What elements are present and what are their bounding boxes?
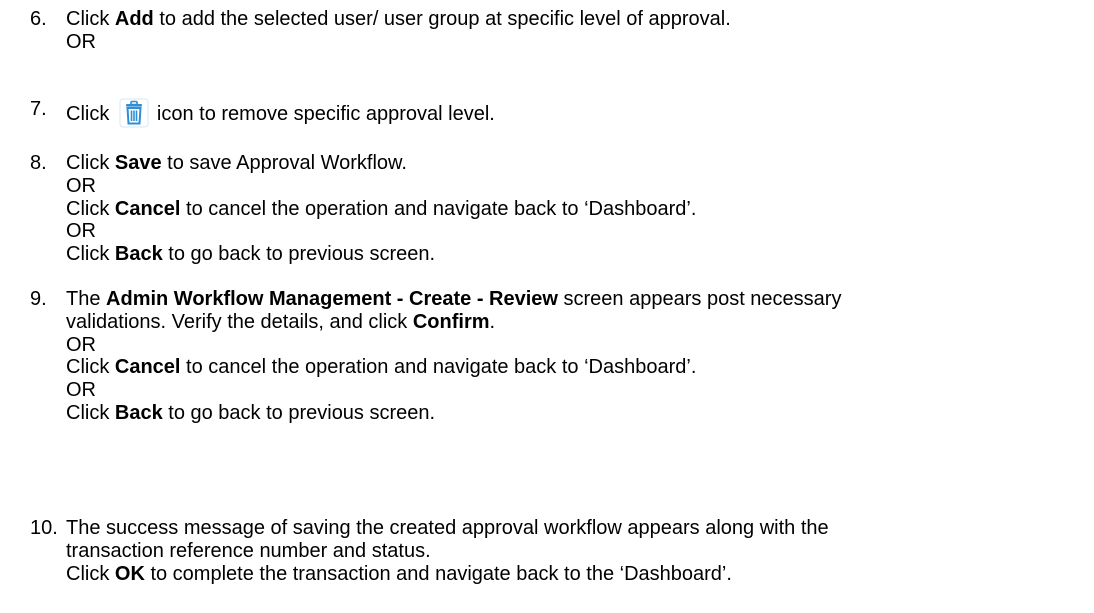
review-screen-name: Admin Workflow Management - Create - Rev… xyxy=(106,288,558,310)
step-number: 7. xyxy=(30,98,47,120)
step-10-line-3: Click OK to complete the transaction and… xyxy=(66,562,732,585)
step-8-line-back: Click Back to go back to previous screen… xyxy=(66,243,436,266)
step-10-line-1: The success message of saving the create… xyxy=(66,517,829,539)
or-text: OR xyxy=(66,220,96,243)
step-7-line: Click icon to remove specific approval l… xyxy=(66,98,1090,128)
ok-keyword: OK xyxy=(114,562,145,585)
add-keyword: Add xyxy=(114,8,154,30)
or-text: OR xyxy=(66,333,96,356)
instruction-document: 6. Click Add to add the selected user/ u… xyxy=(0,0,1094,613)
step-9-line-1: The Admin Workflow Management - Create -… xyxy=(66,288,842,310)
or-text: OR xyxy=(66,30,96,53)
trash-icon xyxy=(119,98,149,128)
back-keyword: Back xyxy=(114,243,163,266)
step-number: 6. xyxy=(30,8,47,30)
step-8-line-cancel: Click Cancel to cancel the operation and… xyxy=(66,197,697,220)
step-6-line: Click Add to add the selected user/ user… xyxy=(66,8,731,30)
or-text: OR xyxy=(66,174,96,197)
save-keyword: Save xyxy=(114,152,162,174)
step-8-line-save: Click Save to save Approval Workflow. xyxy=(66,152,407,174)
step-9-line-cancel: Click Cancel to cancel the operation and… xyxy=(66,356,697,379)
cancel-keyword: Cancel xyxy=(114,197,181,220)
step-number: 8. xyxy=(30,152,47,174)
back-keyword: Back xyxy=(114,401,163,424)
step-number: 10. xyxy=(30,517,58,539)
confirm-keyword: Confirm xyxy=(412,310,490,333)
cancel-keyword: Cancel xyxy=(114,356,181,379)
step-10-line-2: transaction reference number and status. xyxy=(66,539,431,562)
or-text: OR xyxy=(66,379,96,402)
step-9-line-2: validations. Verify the details, and cli… xyxy=(66,310,496,333)
step-9-line-back: Click Back to go back to previous screen… xyxy=(66,401,436,424)
step-number: 9. xyxy=(30,288,47,310)
